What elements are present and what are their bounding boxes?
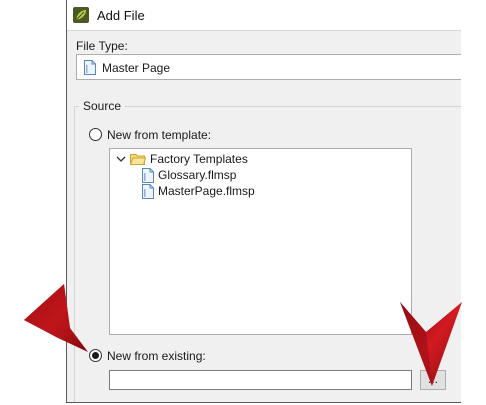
flare-leaf-icon [73,7,89,23]
file-type-field[interactable]: Master Page [76,54,461,80]
master-page-icon [84,60,96,75]
title-bar: Add File [67,0,461,31]
annotation-arrow-right [400,302,462,386]
existing-file-path-input[interactable] [109,370,412,390]
tree-item[interactable]: Glossary.flmsp [158,167,236,183]
file-type-value: Master Page [102,61,171,75]
radio-new-from-template[interactable] [89,128,102,141]
annotation-arrow-left [24,284,88,352]
folder-open-icon [130,154,146,165]
chevron-down-icon[interactable] [116,154,126,164]
radio-new-from-existing[interactable] [89,349,102,362]
file-type-label: File Type: [76,39,128,53]
dialog-title: Add File [97,8,145,23]
tree-item[interactable]: MasterPage.flmsp [158,183,255,199]
new-from-existing-label[interactable]: New from existing: [107,349,206,363]
template-file-icon [142,168,154,183]
template-tree[interactable]: Factory Templates Glossary.flmsp MasterP… [109,148,412,335]
template-file-icon [142,184,154,199]
tree-folder-factory-templates[interactable]: Factory Templates [150,151,248,167]
source-group-label: Source [79,99,126,113]
new-from-template-label[interactable]: New from template: [107,128,211,142]
